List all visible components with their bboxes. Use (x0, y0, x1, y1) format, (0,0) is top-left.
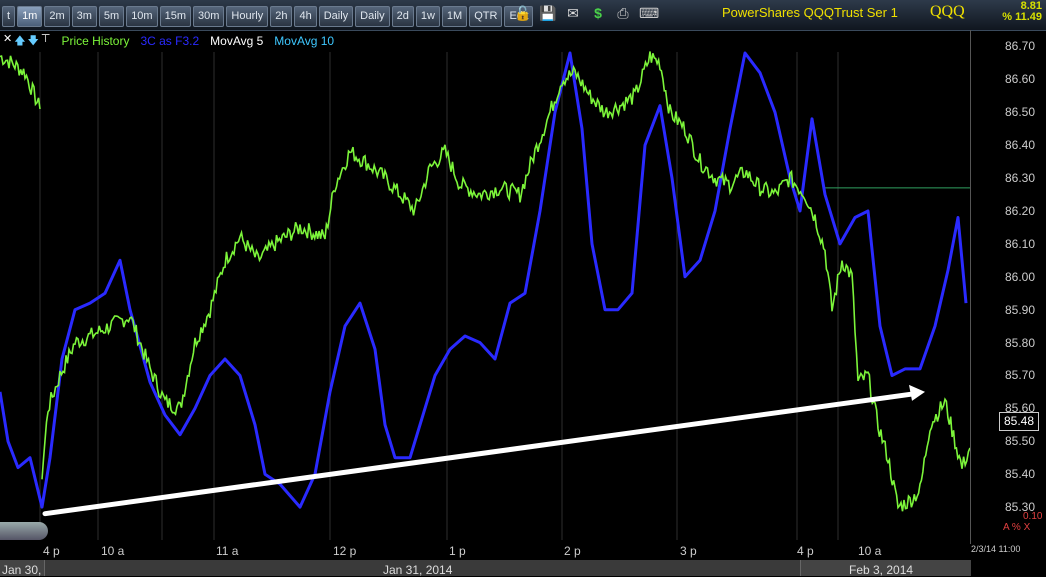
y-tick-label: 85.40 (1005, 467, 1036, 482)
y-tick-label: 86.20 (1005, 203, 1036, 218)
series-price-line-part-2 (41, 51, 971, 512)
x-tick-label: 1 p (449, 544, 466, 558)
date-bar[interactable] (0, 560, 971, 576)
y-tick-label: 86.50 (1005, 105, 1036, 120)
x-tick-label: 10 a (101, 544, 125, 558)
lower-panel-icons[interactable]: A % X (1003, 522, 1030, 533)
y-tick-label: 86.00 (1005, 269, 1036, 284)
y-tick-label: 85.70 (1005, 368, 1036, 383)
y-tick-label: 86.30 (1005, 171, 1036, 186)
trend-arrow-head (909, 384, 925, 401)
last-price-tag: 85.48 (999, 412, 1039, 431)
x-tick-label: 2 p (564, 544, 581, 558)
x-tick-label: 12 p (333, 544, 357, 558)
date-label-jan-31: Jan 31, 2014 (383, 563, 453, 577)
y-tick-label: 86.60 (1005, 72, 1036, 87)
y-tick-label: 86.40 (1005, 138, 1036, 153)
series-price-line-part-1 (0, 55, 41, 110)
corner-date: 2/3/14 11:00 (971, 544, 1021, 554)
date-label-feb-3: Feb 3, 2014 (849, 563, 914, 577)
x-tick-label: 11 a (216, 544, 239, 558)
x-tick-label: 10 a (858, 544, 882, 558)
y-tick-label: 85.90 (1005, 302, 1036, 317)
x-tick-label: 4 p (43, 544, 60, 558)
x-tick-label: 4 p (797, 544, 814, 558)
lower-panel-value: 0.10 (1023, 511, 1043, 522)
date-label-jan-30: Jan 30, (2, 563, 42, 577)
y-tick-label: 86.10 (1005, 236, 1036, 251)
y-tick-label: 85.80 (1005, 335, 1036, 350)
x-tick-label: 3 p (680, 544, 697, 558)
y-tick-label: 85.50 (1005, 434, 1036, 449)
y-tick-label: 86.70 (1005, 39, 1036, 54)
series-3c-line (0, 51, 968, 509)
scroll-grip[interactable] (0, 522, 48, 540)
price-chart[interactable] (0, 0, 1046, 576)
